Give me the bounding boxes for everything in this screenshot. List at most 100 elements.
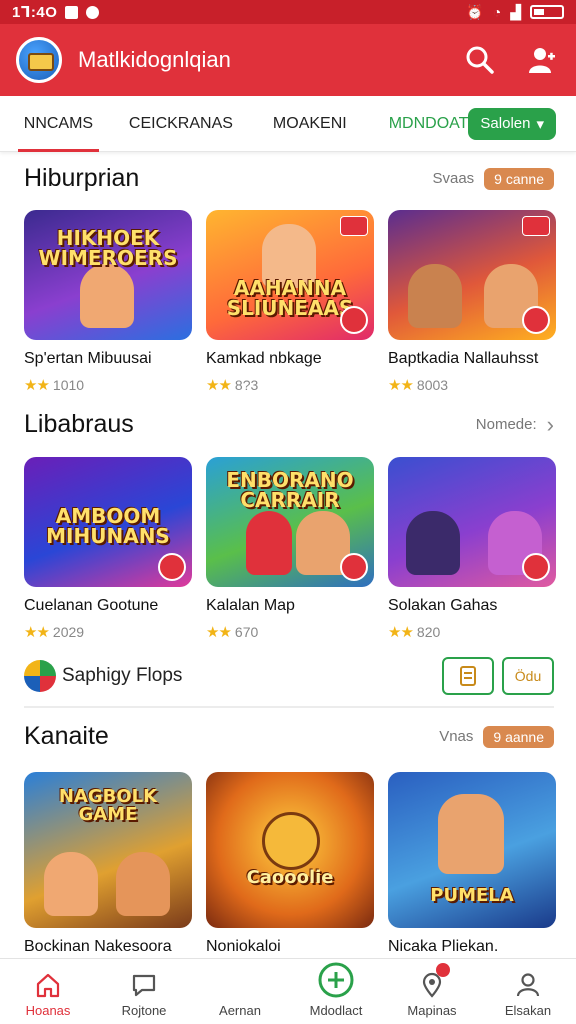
game-card[interactable]: Baptkadia Nallauhsst ★★ 8003 [388, 210, 556, 394]
rating-value: 820 [416, 624, 441, 640]
promo-action-button[interactable]: Ödu [502, 657, 554, 695]
status-bar: 1Ꞁ:4O ⏰ ◔ ▟ [0, 0, 576, 24]
game-card[interactable]: AMBOOM MIHUNANS Cuelanan Gootune ★★ 2029 [24, 457, 192, 641]
add-circle-icon [318, 962, 354, 998]
star-icon: ★★ [388, 377, 414, 394]
notification-dot [436, 963, 450, 977]
nav-home[interactable]: Hoanas [0, 959, 96, 1024]
rating-value: 1010 [52, 377, 85, 393]
game-name: Cuelanan Gootune [24, 597, 159, 614]
game-name: Noniokaloi [206, 938, 281, 955]
nav-add[interactable]: Mdodlact [288, 959, 384, 1024]
rating-value: 8?3 [234, 377, 259, 393]
hot-badge [522, 553, 550, 581]
star-icon: ★★ [206, 624, 232, 641]
alarm-icon: ⏰ [466, 3, 484, 20]
game-thumbnail[interactable]: AMBOOM MIHUNANS [24, 457, 192, 587]
game-thumbnail[interactable] [388, 210, 556, 340]
notification-icon [65, 5, 79, 19]
game-rating: ★★ 2029 [24, 623, 192, 641]
nav-chat[interactable]: Rojtone [96, 959, 192, 1024]
game-thumbnail[interactable] [388, 457, 556, 587]
game-name: Baptkadia Nallauhsst [388, 350, 539, 367]
count-badge[interactable]: 9 canne [484, 167, 554, 190]
hot-badge [158, 553, 186, 581]
tab-moakeni[interactable]: MOAKENI [273, 96, 347, 152]
nav-maps[interactable]: Mapinas [384, 959, 480, 1024]
nav-label: Aernan [219, 1003, 261, 1018]
app-title: Matlkidognlqian [78, 47, 231, 72]
tab-ceickranas[interactable]: CEICKRANAS [129, 96, 233, 152]
signal-icon: ▟ [510, 3, 521, 20]
star-icon: ★★ [24, 624, 50, 641]
game-card[interactable]: NAGBOLK GAME Bockinan Nakesoora [24, 772, 192, 956]
app-bar: Matlkidognlqian [0, 24, 576, 96]
rating-value: 2029 [52, 624, 85, 640]
category-select-button[interactable]: Salolen ▾ [468, 107, 556, 140]
sale-badge [340, 216, 368, 236]
game-thumbnail[interactable]: PUMELA [388, 772, 556, 928]
chevron-right-icon[interactable]: › [547, 412, 554, 438]
see-all-link[interactable]: Nomede: [476, 416, 537, 433]
chevron-down-icon: ▾ [536, 115, 544, 133]
game-rating: ★★ 820 [388, 623, 556, 641]
game-rating: ★★ 1010 [24, 376, 192, 394]
sale-badge [522, 216, 550, 236]
section-title: Libabraus [24, 410, 134, 438]
profile-icon [516, 973, 540, 997]
game-thumbnail[interactable]: HIKHOEK WIMEROERS [24, 210, 192, 340]
game-thumbnail[interactable]: NAGBOLK GAME [24, 772, 192, 928]
select-label: Salolen [480, 115, 531, 132]
game-card[interactable]: ENBORANO CARRAIR Kalalan Map ★★ 670 [206, 457, 374, 641]
game-card[interactable]: HIKHOEK WIMEROERS Sp'ertan Mibuusai ★★ 10… [24, 210, 192, 394]
nav-label: Elsakan [504, 1003, 552, 1018]
thumbnail-title: Caooolie [246, 866, 334, 888]
game-name: Nicaka Pliekan. [388, 938, 499, 955]
document-icon [460, 666, 476, 686]
promo-text: Saphigy Flops [62, 665, 183, 686]
rating-value: 670 [234, 624, 259, 640]
game-thumbnail[interactable]: ENBORANO CARRAIR [206, 457, 374, 587]
game-name: Bockinan Nakesoora [24, 938, 172, 955]
nav-profile[interactable]: Elsakan [480, 959, 576, 1024]
document-button[interactable] [442, 657, 494, 695]
see-all-link[interactable]: Vnas [439, 728, 473, 745]
rating-value: 8003 [416, 377, 449, 393]
game-thumbnail[interactable]: Caooolie [206, 772, 374, 928]
see-all-link[interactable]: Svaas [432, 170, 474, 187]
game-card[interactable]: PUMELA Nicaka Pliekan. [388, 772, 556, 956]
tab-mdndoat[interactable]: MDNDOAT [389, 96, 469, 152]
game-card[interactable]: Solakan Gahas ★★ 820 [388, 457, 556, 641]
game-name: Sp'ertan Mibuusai [24, 350, 152, 367]
game-card[interactable]: AAHANNA SLIUNEAAS Kamkad nbkage ★★ 8?3 [206, 210, 374, 394]
section-header: Hiburprian Svaas 9 canne [24, 164, 554, 193]
thumbnail-title: HIKHOEK WIMEROERS [38, 226, 178, 271]
chat-icon [132, 974, 156, 997]
brand-logo-icon [24, 660, 56, 692]
nav-aernan[interactable]: Aernan [192, 959, 288, 1024]
thumbnail-title: NAGBOLK GAME [58, 785, 158, 825]
battery-icon [530, 5, 564, 19]
bottom-nav: Hoanas Rojtone Aernan Mdodlact Mapinas E… [0, 958, 576, 1024]
section-header: Libabraus Nomede: › [24, 410, 554, 439]
game-rating: ★★ 8003 [388, 376, 556, 394]
game-rating: ★★ 8?3 [206, 376, 374, 394]
hot-badge [522, 306, 550, 334]
user-profile-icon[interactable] [524, 42, 560, 78]
app-logo-icon[interactable] [16, 37, 62, 83]
star-icon: ★★ [24, 377, 50, 394]
nav-label: Rojtone [121, 1003, 167, 1018]
count-badge[interactable]: 9 aanne [483, 725, 554, 748]
home-icon [36, 973, 60, 998]
star-icon: ★★ [206, 377, 232, 394]
section-header: Kanaite Vnas 9 aanne [24, 722, 554, 751]
game-name: Solakan Gahas [388, 597, 498, 614]
star-icon: ★★ [388, 624, 414, 641]
divider [24, 706, 554, 708]
card-row: HIKHOEK WIMEROERS Sp'ertan Mibuusai ★★ 10… [24, 210, 556, 394]
game-card[interactable]: Caooolie Noniokaloi [206, 772, 374, 956]
tab-nncams[interactable]: NNCAMS [18, 96, 99, 152]
thumbnail-title: AMBOOM MIHUNANS [46, 504, 170, 549]
game-thumbnail[interactable]: AAHANNA SLIUNEAAS [206, 210, 374, 340]
search-icon[interactable] [462, 42, 498, 78]
